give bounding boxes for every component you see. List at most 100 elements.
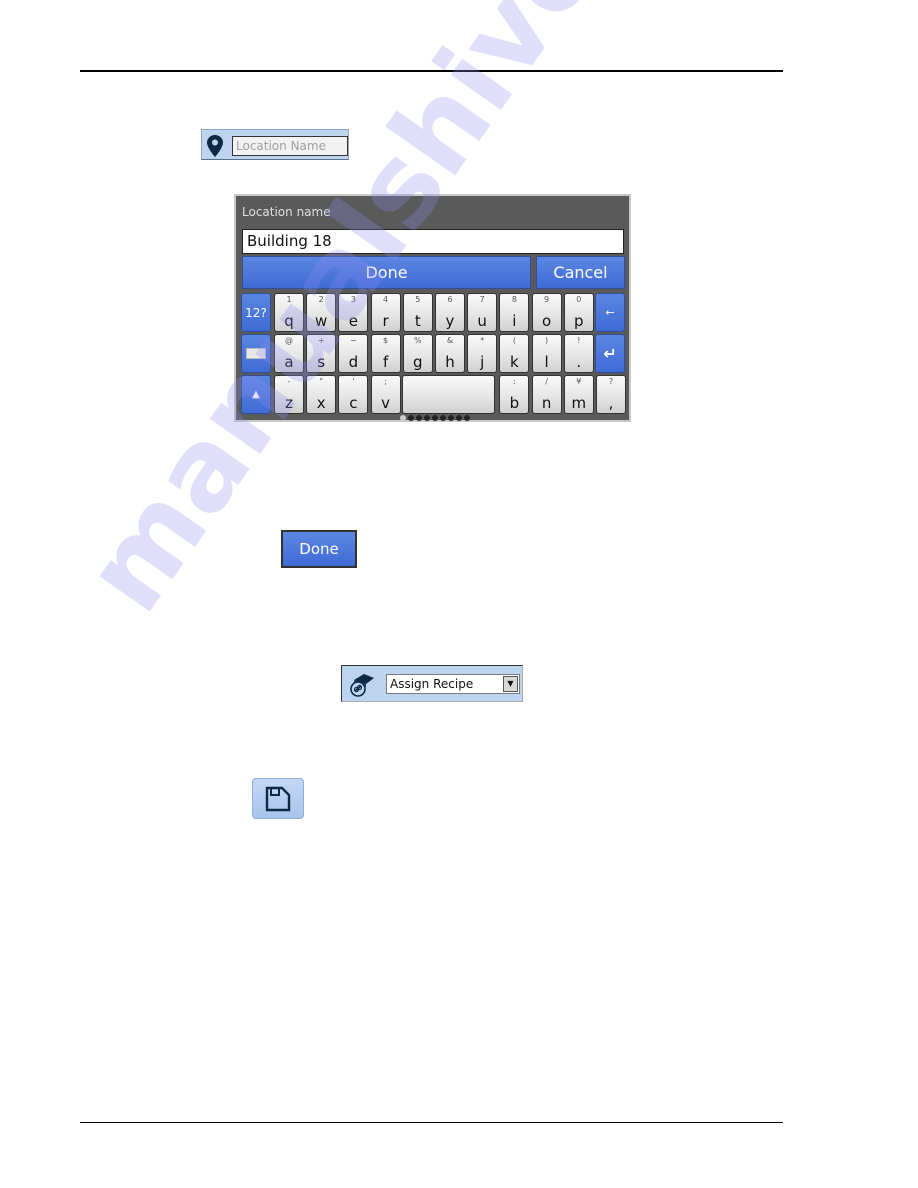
shift-key[interactable]: ▲ (241, 375, 271, 414)
key-secondary-label: 1 (286, 295, 292, 304)
key-m[interactable]: ¥ m (563, 375, 594, 414)
location-name-input[interactable]: Location Name (232, 136, 348, 156)
key-primary-label: j (480, 353, 485, 371)
page-indicator (400, 415, 470, 421)
key-t[interactable]: 5t (402, 293, 433, 332)
key-c[interactable]: ' c (338, 375, 369, 414)
page-dot[interactable] (416, 415, 422, 421)
key-primary-label: p (574, 312, 584, 330)
key-secondary-label: − (350, 336, 357, 345)
key-r[interactable]: 4r (370, 293, 401, 332)
key-primary-label: k (510, 353, 519, 371)
key-primary-label: v (381, 394, 391, 412)
key-secondary-label: ¥ (576, 377, 582, 386)
chevron-down-icon[interactable]: ▼ (503, 676, 518, 692)
key-primary-label: h (445, 353, 455, 371)
key-o[interactable]: 9o (531, 293, 562, 332)
save-button[interactable] (252, 778, 304, 819)
key-secondary-label: $ (383, 336, 389, 345)
key-k[interactable]: (k (499, 334, 530, 373)
key-q[interactable]: 1q (274, 293, 304, 332)
key-primary-label: z (285, 394, 293, 412)
key-j[interactable]: * j (467, 334, 498, 373)
key-z[interactable]: -z (274, 375, 304, 414)
key-b[interactable]: :b (499, 375, 530, 414)
key-secondary-label: % (413, 336, 422, 345)
key-secondary-label: ) (545, 336, 549, 345)
location-name-field[interactable]: Location Name (201, 129, 349, 160)
keyboard-cancel-button[interactable]: Cancel (536, 256, 625, 289)
page-dot[interactable] (448, 415, 454, 421)
enter-icon: ↵ (603, 344, 617, 363)
map-pin-icon (207, 135, 223, 157)
key-secondary-label: ' (352, 377, 355, 386)
keyboard-done-button[interactable]: Done (242, 256, 531, 289)
key-primary-label: q (284, 312, 294, 330)
key-primary-label: m (571, 394, 587, 412)
key-secondary-label: 3 (350, 295, 356, 304)
key-primary-label: . (576, 353, 582, 371)
key-primary-label: c (349, 394, 358, 412)
key-l[interactable]: ) l (531, 334, 562, 373)
numeric-toggle-key[interactable]: 12? (241, 293, 271, 332)
backspace-key[interactable]: ← (595, 293, 625, 332)
page-dot[interactable] (464, 415, 470, 421)
key-primary-label: l (544, 353, 549, 371)
key-a[interactable]: @ a (274, 334, 304, 373)
key-secondary-label: - (287, 377, 291, 386)
key-primary-label: f (382, 353, 389, 371)
key-primary-label: y (445, 312, 455, 330)
key-primary-label: e (348, 312, 358, 330)
keyboard-hide-key[interactable] (241, 334, 271, 373)
key-.[interactable]: !. (563, 334, 594, 373)
key-d[interactable]: − d (338, 334, 369, 373)
page-dot[interactable] (408, 415, 414, 421)
key-primary-label: , (608, 394, 614, 412)
location-name-text-input[interactable]: Building 18 (242, 229, 624, 254)
key-s[interactable]: + s (306, 334, 337, 373)
key-,[interactable]: ?, (596, 375, 626, 414)
key-primary-label: g (413, 353, 423, 371)
key-primary-label: s (317, 353, 326, 371)
space-key[interactable] (402, 375, 495, 414)
key-secondary-label: / (545, 377, 548, 386)
key-g[interactable]: % g (402, 334, 433, 373)
key-secondary-label: ( (512, 336, 516, 345)
assign-recipe-dropdown[interactable]: Assign Recipe ▼ (386, 674, 520, 694)
key-secondary-label: 4 (383, 295, 389, 304)
page-dot[interactable] (424, 415, 430, 421)
backspace-icon: ← (605, 306, 615, 319)
key-x[interactable]: " x (306, 375, 337, 414)
footer-rule (80, 1122, 783, 1123)
key-y[interactable]: 6y (435, 293, 465, 332)
key-secondary-label: 9 (544, 295, 550, 304)
key-primary-label: a (284, 353, 294, 371)
enter-key[interactable]: ↵ (595, 334, 625, 373)
assign-recipe-control: Assign Recipe ▼ (341, 665, 523, 702)
key-secondary-label: @ (285, 336, 293, 345)
page-dot[interactable] (456, 415, 462, 421)
key-secondary-label: 5 (415, 295, 421, 304)
key-n[interactable]: / n (531, 375, 562, 414)
page-dot[interactable] (440, 415, 446, 421)
key-p[interactable]: 0p (563, 293, 594, 332)
key-secondary-label: 6 (447, 295, 453, 304)
page-dot[interactable] (400, 415, 406, 421)
key-secondary-label: + (317, 336, 325, 345)
key-e[interactable]: 3e (338, 293, 369, 332)
key-f[interactable]: $ f (370, 334, 401, 373)
key-secondary-label: ; (384, 377, 387, 386)
key-u[interactable]: 7u (467, 293, 498, 332)
key-secondary-label: * (480, 336, 485, 345)
done-button[interactable]: Done (281, 530, 357, 568)
shift-arrow-icon: ▲ (252, 389, 260, 400)
key-primary-label: o (542, 312, 552, 330)
key-i[interactable]: 8i (499, 293, 530, 332)
key-v[interactable]: ; v (370, 375, 401, 414)
onscreen-keyboard-dialog: Location name Building 18 Done Cancel 12… (234, 194, 631, 422)
page-dot[interactable] (432, 415, 438, 421)
key-h[interactable]: & h (435, 334, 465, 373)
key-secondary-label: 2 (318, 295, 324, 304)
key-secondary-label: & (446, 336, 454, 345)
key-w[interactable]: 2w (306, 293, 337, 332)
